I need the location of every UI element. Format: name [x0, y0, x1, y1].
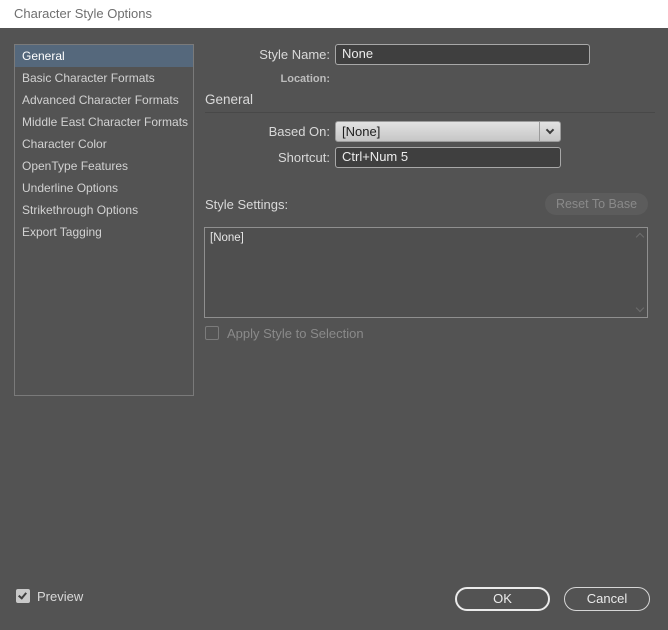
scroll-down-icon[interactable] [635, 303, 645, 313]
style-settings-value: [None] [210, 232, 244, 244]
sidebar-item-basic-character-formats[interactable]: Basic Character Formats [15, 67, 193, 89]
sidebar-item-middle-east-character-formats[interactable]: Middle East Character Formats [15, 111, 193, 133]
based-on-value: [None] [342, 124, 381, 139]
sidebar-item-underline-options[interactable]: Underline Options [15, 177, 193, 199]
chevron-down-icon [545, 125, 555, 135]
section-separator [205, 112, 655, 113]
based-on-dropdown[interactable]: [None] [335, 121, 561, 142]
scroll-up-icon[interactable] [635, 232, 645, 242]
cancel-button[interactable]: Cancel [564, 587, 650, 611]
sidebar-item-general[interactable]: General [15, 45, 193, 67]
section-heading-general: General [205, 92, 254, 107]
dialog-title: Character Style Options [14, 6, 153, 21]
style-settings-box: [None] [204, 227, 648, 318]
preview-checkbox[interactable] [16, 589, 30, 603]
dialog-titlebar: Character Style Options [0, 0, 668, 28]
style-settings-label: Style Settings: [205, 197, 289, 212]
sidebar-item-advanced-character-formats[interactable]: Advanced Character Formats [15, 89, 193, 111]
sidebar-nav: General Basic Character Formats Advanced… [14, 44, 194, 396]
sidebar-item-export-tagging[interactable]: Export Tagging [15, 221, 193, 243]
sidebar-item-strikethrough-options[interactable]: Strikethrough Options [15, 199, 193, 221]
apply-style-label: Apply Style to Selection [227, 326, 364, 341]
sidebar-item-character-color[interactable]: Character Color [15, 133, 193, 155]
reset-to-base-button[interactable]: Reset To Base [545, 193, 648, 215]
style-name-label: Style Name: [259, 47, 330, 62]
apply-style-checkbox[interactable] [205, 326, 219, 340]
sidebar-item-opentype-features[interactable]: OpenType Features [15, 155, 193, 177]
based-on-label: Based On: [268, 124, 330, 139]
style-name-input[interactable]: None [335, 44, 590, 65]
preview-label: Preview [37, 589, 84, 604]
location-label: Location: [280, 73, 331, 85]
ok-button[interactable]: OK [455, 587, 550, 611]
checkmark-icon [18, 590, 27, 600]
character-style-options-dialog: Character Style Options General Basic Ch… [0, 0, 668, 630]
dropdown-chevron-button[interactable] [539, 122, 560, 141]
shortcut-label: Shortcut: [277, 150, 330, 165]
shortcut-input[interactable]: Ctrl+Num 5 [335, 147, 561, 168]
